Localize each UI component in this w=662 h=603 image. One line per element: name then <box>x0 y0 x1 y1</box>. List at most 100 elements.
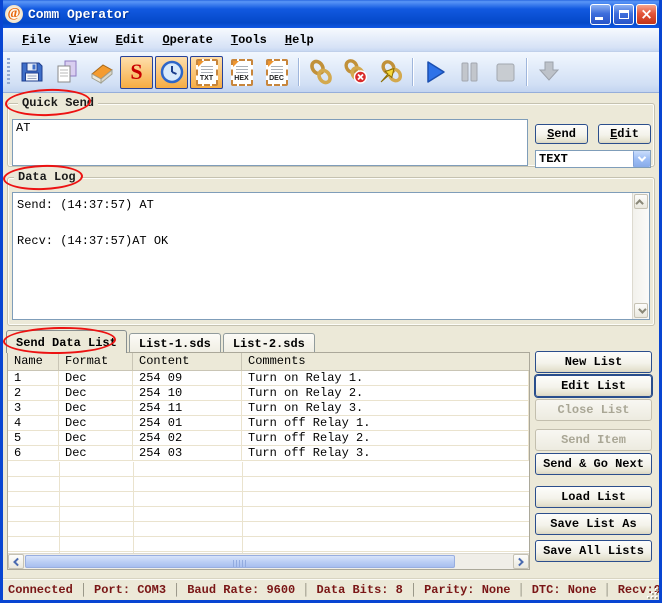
single-send-icon: S <box>130 61 142 83</box>
toolbar-separator <box>298 58 299 86</box>
format-dec-toggle[interactable]: DEC <box>260 56 293 89</box>
format-combobox[interactable]: TEXT <box>535 150 651 168</box>
connect-chain-icon <box>308 59 334 85</box>
table-empty-grid <box>8 462 529 553</box>
table-header-row: Name Format Content Comments <box>8 353 529 371</box>
timer-toggle[interactable] <box>155 56 188 89</box>
maximize-button[interactable] <box>613 4 634 25</box>
app-icon: @ <box>5 5 23 23</box>
menu-item[interactable]: Tools <box>222 31 276 49</box>
scroll-left-button[interactable] <box>8 554 24 569</box>
table-row[interactable]: 3 Dec 254 11 Turn on Relay 3. <box>8 401 529 416</box>
minimize-button[interactable] <box>590 4 611 25</box>
erase-button[interactable] <box>85 56 118 89</box>
pause-icon <box>457 59 483 85</box>
quick-send-label: Quick Send <box>18 96 98 110</box>
scroll-down-button[interactable] <box>634 303 648 318</box>
send-data-table: Name Format Content Comments 1 Dec 254 0… <box>7 352 530 570</box>
scroll-right-button[interactable] <box>513 554 529 569</box>
cell-name: 2 <box>8 386 59 400</box>
toolbar-grip[interactable] <box>7 58 10 86</box>
cell-format: Dec <box>59 416 133 430</box>
cell-content: 254 03 <box>133 446 242 460</box>
pause-button <box>453 56 486 89</box>
menu-item[interactable]: Help <box>276 31 323 49</box>
send-button[interactable]: Send <box>535 124 588 144</box>
maximize-icon <box>619 10 629 19</box>
save-icon <box>19 59 45 85</box>
menu-item[interactable]: Operate <box>153 31 221 49</box>
cell-comments: Turn off Relay 3. <box>242 446 529 460</box>
scrollbar-thumb[interactable] <box>25 555 455 568</box>
cell-format: Dec <box>59 386 133 400</box>
disconnect-button[interactable] <box>339 56 372 89</box>
status-segment: Data Bits: 8 <box>295 583 403 597</box>
column-header-name[interactable]: Name <box>8 353 59 370</box>
copy-button[interactable] <box>50 56 83 89</box>
titlebar[interactable]: @ Comm Operator × <box>0 0 662 28</box>
edit-list-button[interactable]: Edit List <box>535 375 652 397</box>
chevron-up-icon <box>635 199 643 207</box>
menu-item[interactable]: View <box>60 31 107 49</box>
table-row[interactable]: 6 Dec 254 03 Turn off Relay 3. <box>8 446 529 461</box>
window-title: Comm Operator <box>28 7 129 22</box>
save-list-as-button[interactable]: Save List As <box>535 513 652 535</box>
cell-name: 4 <box>8 416 59 430</box>
toolbar-separator <box>526 58 527 86</box>
status-segments: ConnectedPort: COM3Baud Rate: 9600Data B… <box>8 583 662 597</box>
close-button[interactable]: × <box>636 4 657 25</box>
cell-comments: Turn off Relay 2. <box>242 431 529 445</box>
cell-name: 1 <box>8 371 59 385</box>
save-all-lists-button[interactable]: Save All Lists <box>535 540 652 562</box>
table-body: 1 Dec 254 09 Turn on Relay 1. 2 Dec 254 … <box>8 371 529 461</box>
reconnect-button[interactable] <box>374 56 407 89</box>
statusbar: ConnectedPort: COM3Baud Rate: 9600Data B… <box>3 578 659 600</box>
menu-item[interactable]: Edit <box>107 31 154 49</box>
cell-content: 254 11 <box>133 401 242 415</box>
menu-item[interactable]: File <box>13 31 60 49</box>
status-segment: Connected <box>8 583 73 597</box>
column-header-format[interactable]: Format <box>59 353 133 370</box>
cell-name: 6 <box>8 446 59 460</box>
tab-list-2[interactable]: List-2.sds <box>223 333 315 353</box>
table-row[interactable]: 1 Dec 254 09 Turn on Relay 1. <box>8 371 529 386</box>
chevron-right-icon <box>515 557 523 565</box>
data-log-scrollbar[interactable] <box>632 193 649 319</box>
clock-icon <box>159 59 185 85</box>
cell-comments: Turn on Relay 1. <box>242 371 529 385</box>
save-button[interactable] <box>15 56 48 89</box>
table-row[interactable]: 5 Dec 254 02 Turn off Relay 2. <box>8 431 529 446</box>
resize-grip[interactable] <box>645 586 658 599</box>
txt-doc-icon: TXT <box>196 59 218 86</box>
connect-button[interactable] <box>304 56 337 89</box>
send-go-next-button[interactable]: Send & Go Next <box>535 453 652 475</box>
reconnect-chain-icon <box>378 59 404 85</box>
scroll-up-button[interactable] <box>634 194 648 209</box>
load-list-button[interactable]: Load List <box>535 486 652 508</box>
disconnect-chain-icon <box>343 59 369 85</box>
combobox-dropdown-button[interactable] <box>633 151 650 167</box>
column-header-comments[interactable]: Comments <box>242 353 529 370</box>
table-row[interactable]: 2 Dec 254 10 Turn on Relay 2. <box>8 386 529 401</box>
quick-send-input[interactable]: AT <box>12 119 528 166</box>
start-button[interactable] <box>418 56 451 89</box>
format-hex-toggle[interactable]: HEX <box>225 56 258 89</box>
list-tabs: Send Data List List-1.sds List-2.sds <box>6 330 317 353</box>
data-log-content[interactable]: Send: (14:37:57) AT Recv: (14:37:57)AT O… <box>12 192 650 320</box>
new-list-button[interactable]: New List <box>535 351 652 373</box>
single-send-toggle[interactable]: S <box>120 56 153 89</box>
comm-operator-window: @ Comm Operator × FileViewEditOperateToo… <box>0 0 662 603</box>
cell-format: Dec <box>59 401 133 415</box>
edit-button[interactable]: Edit <box>598 124 651 144</box>
chevron-down-icon <box>638 305 646 313</box>
format-text-toggle[interactable]: TXT <box>190 56 223 89</box>
tab-list-1[interactable]: List-1.sds <box>129 333 221 353</box>
close-icon: × <box>640 7 653 22</box>
send-item-button: Send Item <box>535 429 652 451</box>
tab-send-data-list[interactable]: Send Data List <box>6 330 127 353</box>
data-log-label: Data Log <box>14 170 80 184</box>
table-row[interactable]: 4 Dec 254 01 Turn off Relay 1. <box>8 416 529 431</box>
status-segment: Baud Rate: 9600 <box>166 583 295 597</box>
column-header-content[interactable]: Content <box>133 353 242 370</box>
table-horizontal-scrollbar[interactable] <box>8 553 529 569</box>
